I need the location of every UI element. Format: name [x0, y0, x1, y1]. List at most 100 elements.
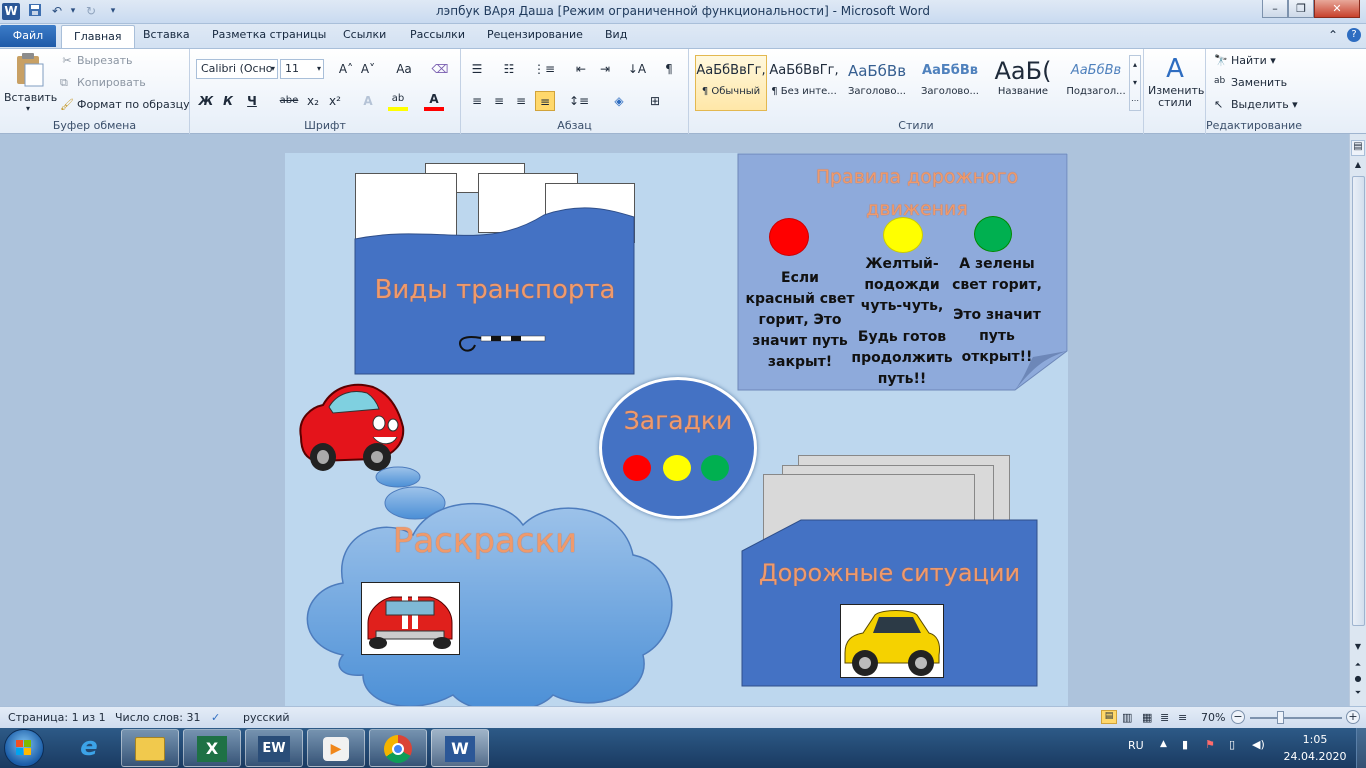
- styles-scroll[interactable]: ▴ ▾ ⋯: [1129, 55, 1141, 111]
- underline-button[interactable]: Ч: [242, 91, 262, 111]
- change-styles-button[interactable]: A Изменить стили: [1148, 53, 1204, 109]
- volume-icon[interactable]: ◀): [1252, 738, 1265, 751]
- proofing-icon[interactable]: ✓: [211, 711, 220, 724]
- show-formatting-marks-icon[interactable]: ¶: [659, 59, 679, 79]
- copy-button[interactable]: ⧉ Копировать: [60, 76, 146, 90]
- chrome-button[interactable]: [369, 729, 427, 767]
- format-painter-button[interactable]: 🖌 Формат по образцу: [60, 98, 190, 112]
- previous-page-icon[interactable]: ⏶: [1352, 660, 1364, 672]
- tab-insert[interactable]: Вставка: [143, 28, 190, 41]
- borders-icon[interactable]: ⊞: [645, 91, 665, 111]
- help-icon[interactable]: ?: [1347, 28, 1361, 42]
- subscript-button[interactable]: x₂: [303, 91, 323, 111]
- internet-explorer-button[interactable]: e: [60, 729, 118, 767]
- align-center-icon[interactable]: ≡: [489, 91, 509, 111]
- tab-review[interactable]: Рецензирование: [487, 28, 583, 41]
- excel-button[interactable]: X: [183, 729, 241, 767]
- scroll-thumb[interactable]: [1352, 176, 1365, 626]
- word-button[interactable]: W: [431, 729, 489, 767]
- find-button[interactable]: 🔭 Найти ▾: [1214, 54, 1276, 68]
- media-player-button[interactable]: ▶: [307, 729, 365, 767]
- show-hidden-icons-icon[interactable]: ▲: [1160, 739, 1167, 749]
- decrease-indent-icon[interactable]: ⇤: [571, 59, 591, 79]
- zoom-level[interactable]: 70%: [1201, 711, 1225, 724]
- sort-icon[interactable]: ↓A: [627, 59, 647, 79]
- scroll-down-icon[interactable]: ▼: [1352, 642, 1364, 654]
- style-subtitle[interactable]: АаБбВв Подзагол...: [1060, 55, 1132, 111]
- strikethrough-button[interactable]: abe: [276, 91, 302, 111]
- grow-font-button[interactable]: A˄: [336, 59, 356, 79]
- replace-button[interactable]: ab Заменить: [1214, 76, 1287, 90]
- font-size-combo[interactable]: 11 ▾: [280, 59, 324, 79]
- language-indicator[interactable]: русский: [243, 711, 290, 724]
- paste-button[interactable]: Вставить ▾: [4, 52, 57, 113]
- bullets-icon[interactable]: ☰: [467, 59, 487, 79]
- change-case-button[interactable]: Aa: [390, 59, 418, 79]
- style-no-spacing[interactable]: АаБбВвГг, ¶ Без инте...: [768, 55, 840, 111]
- change-styles-group: A Изменить стили: [1144, 49, 1206, 134]
- ruler-toggle-icon[interactable]: ▤: [1351, 140, 1365, 156]
- cut-button[interactable]: ✂ Вырезать: [60, 54, 132, 68]
- multilevel-list-icon[interactable]: ⋮≡: [533, 59, 555, 79]
- shading-icon[interactable]: ◈: [609, 91, 629, 111]
- justify-icon[interactable]: ≡: [535, 91, 555, 111]
- page-count[interactable]: Страница: 1 из 1: [8, 711, 106, 724]
- highlight-button[interactable]: ab: [388, 91, 408, 111]
- print-layout-icon[interactable]: ▤: [1101, 710, 1117, 724]
- align-left-icon[interactable]: ≡: [467, 91, 487, 111]
- shrink-font-button[interactable]: A˅: [358, 59, 378, 79]
- tab-page-layout[interactable]: Разметка страницы: [212, 28, 326, 41]
- paste-dropdown-icon[interactable]: ▾: [4, 104, 52, 113]
- tab-mailings[interactable]: Рассылки: [410, 28, 465, 41]
- style-title[interactable]: АаБ(Название: [987, 55, 1059, 111]
- tab-home[interactable]: Главная: [61, 25, 135, 48]
- web-layout-icon[interactable]: ▦: [1142, 711, 1152, 724]
- align-right-icon[interactable]: ≡: [511, 91, 531, 111]
- action-center-icon[interactable]: ⚑: [1205, 738, 1215, 751]
- document-page[interactable]: Виды транспорта Правила дорожного движен…: [285, 153, 1068, 713]
- network-signal-icon[interactable]: ▮: [1182, 738, 1188, 751]
- select-button[interactable]: ↖ Выделить ▾: [1214, 98, 1298, 112]
- show-desktop-button[interactable]: [1356, 728, 1366, 768]
- style-normal[interactable]: АаБбВвГг, ¶ Обычный: [695, 55, 767, 111]
- file-explorer-button[interactable]: [121, 729, 179, 767]
- outline-icon[interactable]: ≣: [1160, 711, 1169, 724]
- minimize-ribbon-icon[interactable]: ⌃: [1328, 28, 1338, 42]
- tab-view[interactable]: Вид: [605, 28, 627, 41]
- scroll-up-icon[interactable]: ▲: [1352, 160, 1364, 172]
- zoom-slider-track[interactable]: [1250, 717, 1342, 719]
- close-button[interactable]: ✕: [1314, 0, 1360, 18]
- easyworship-button[interactable]: EW: [245, 729, 303, 767]
- clear-formatting-icon[interactable]: ⌫: [430, 59, 450, 79]
- font-color-button[interactable]: A: [424, 91, 444, 111]
- clock-date[interactable]: 24.04.2020: [1280, 750, 1350, 763]
- text-effects-button[interactable]: A: [358, 91, 378, 111]
- zoom-slider-thumb[interactable]: [1277, 711, 1284, 724]
- next-page-icon[interactable]: ⏷: [1352, 688, 1364, 700]
- draft-icon[interactable]: ≡: [1178, 711, 1187, 724]
- increase-indent-icon[interactable]: ⇥: [595, 59, 615, 79]
- tab-references[interactable]: Ссылки: [343, 28, 386, 41]
- tab-file[interactable]: Файл: [0, 25, 56, 47]
- browse-object-icon[interactable]: ●: [1352, 674, 1364, 686]
- full-screen-reading-icon[interactable]: ▥: [1122, 711, 1132, 724]
- font-name-combo[interactable]: Calibri (Осно ▾: [196, 59, 278, 79]
- style-heading-1[interactable]: АаБбВв Заголово...: [841, 55, 913, 111]
- vertical-scrollbar[interactable]: ▤ ▲ ▼ ⏶ ● ⏷: [1349, 134, 1366, 706]
- superscript-button[interactable]: x²: [325, 91, 345, 111]
- style-heading-2[interactable]: АаБбВв Заголово...: [914, 55, 986, 111]
- bold-button[interactable]: Ж: [196, 91, 216, 111]
- zoom-out-icon[interactable]: −: [1231, 710, 1245, 724]
- maximize-button[interactable]: ❐: [1288, 0, 1314, 18]
- zoom-in-icon[interactable]: +: [1346, 710, 1360, 724]
- minimize-button[interactable]: –: [1262, 0, 1288, 18]
- line-spacing-icon[interactable]: ↕≡: [569, 91, 589, 111]
- coloring-cloud[interactable]: [303, 455, 677, 709]
- clock-time[interactable]: 1:05: [1290, 733, 1340, 746]
- numbering-icon[interactable]: ☷: [499, 59, 519, 79]
- start-button[interactable]: [4, 729, 44, 767]
- word-count[interactable]: Число слов: 31: [115, 711, 201, 724]
- italic-button[interactable]: К: [218, 91, 238, 111]
- keyboard-language[interactable]: RU: [1128, 739, 1144, 752]
- battery-icon[interactable]: ▯: [1229, 738, 1235, 751]
